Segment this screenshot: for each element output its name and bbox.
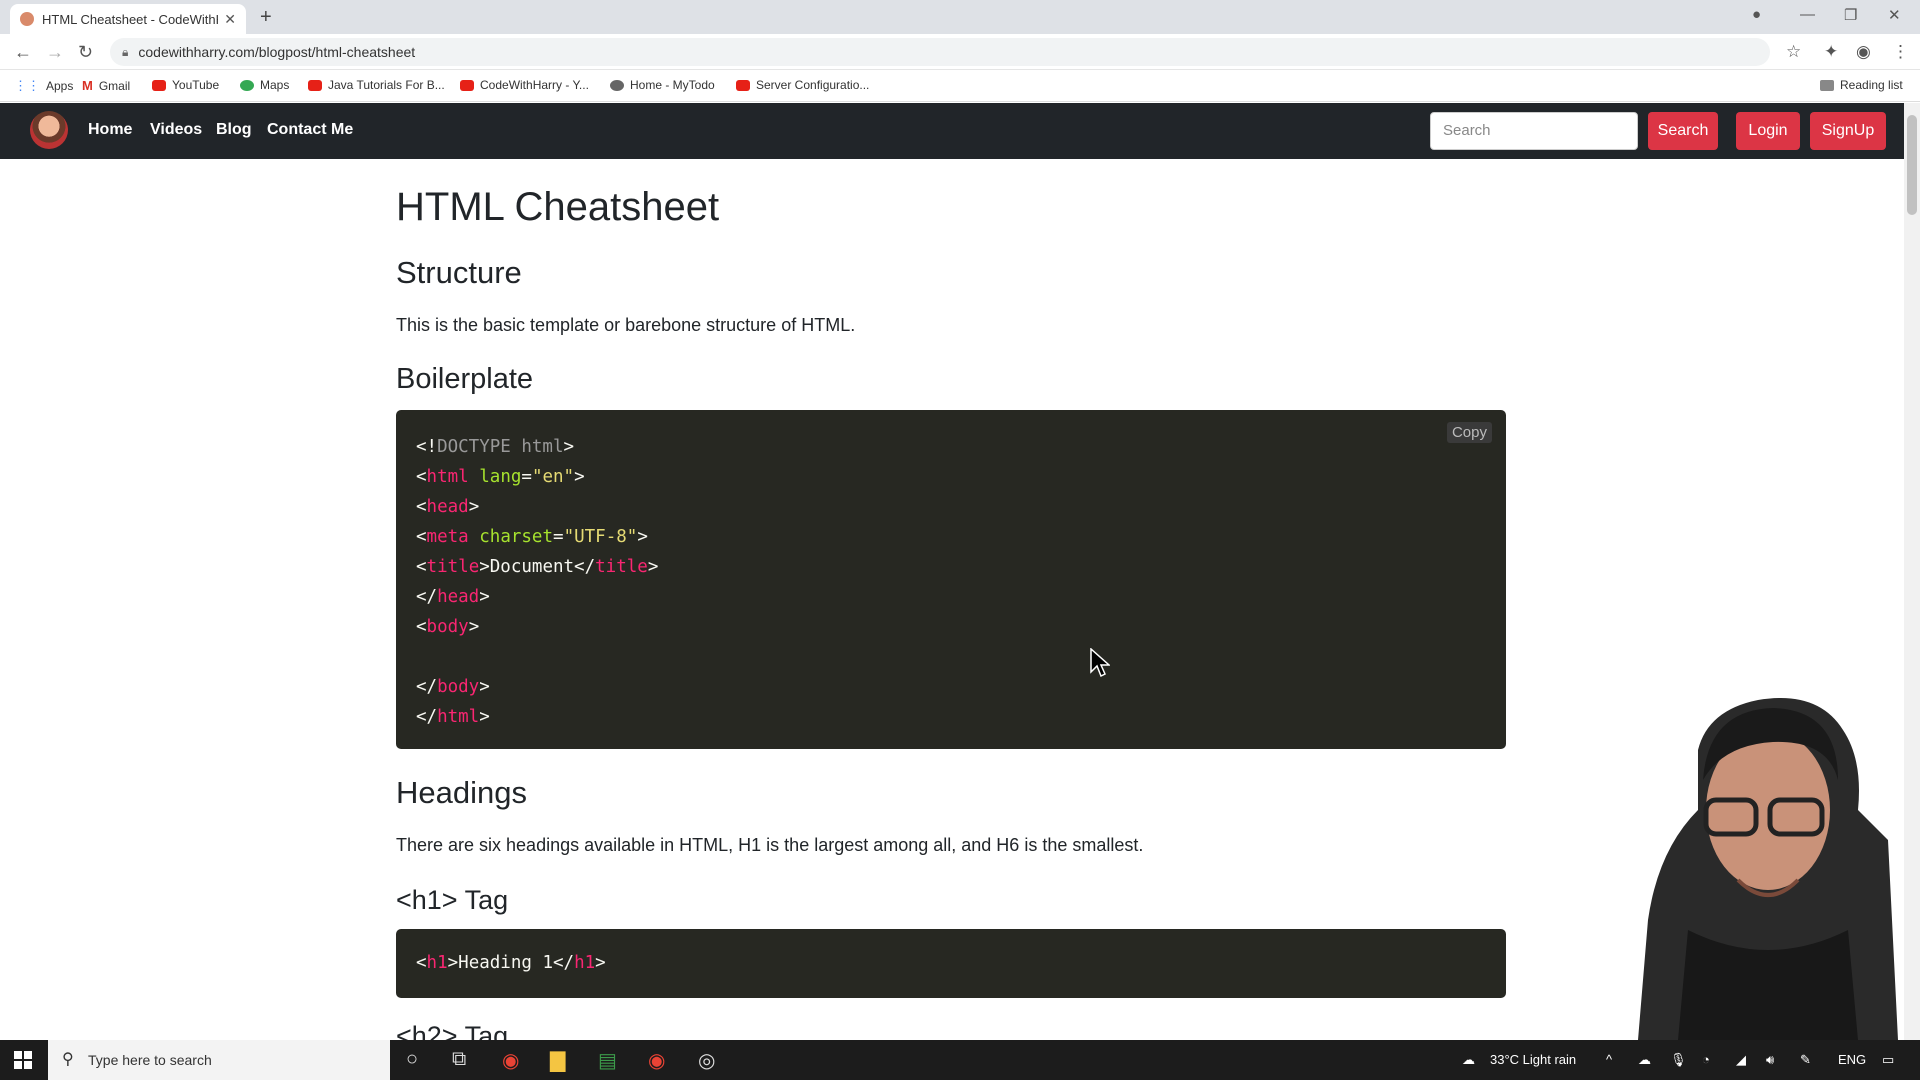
boilerplate-heading: Boilerplate — [396, 363, 534, 395]
forward-icon[interactable]: → — [46, 42, 64, 63]
bookmark-maps[interactable]: Maps — [240, 78, 289, 92]
minimize-icon[interactable]: — — [1800, 6, 1815, 23]
code-line: <meta charset="UTF-8"> — [416, 527, 648, 547]
scrollbar-thumb[interactable] — [1907, 115, 1917, 215]
signup-button[interactable]: SignUp — [1810, 112, 1886, 150]
language-indicator[interactable]: ENG — [1838, 1052, 1866, 1067]
login-button[interactable]: Login — [1736, 112, 1800, 150]
tab-title: HTML Cheatsheet - CodeWithHa — [42, 11, 219, 27]
bookmark-codewithharry[interactable]: CodeWithHarry - Y... — [460, 78, 589, 92]
code-line: </html> — [416, 707, 490, 727]
weather-icon[interactable]: ☁ — [1462, 1052, 1475, 1068]
new-tab-icon[interactable]: + — [260, 6, 272, 29]
code-line: <!DOCTYPE html> — [416, 437, 575, 457]
code-line: <h1>Heading 1</h1> — [416, 953, 606, 973]
reading-list[interactable]: Reading list — [1820, 78, 1903, 92]
youtube-icon — [736, 79, 750, 91]
code-line: <html lang="en"> — [416, 467, 585, 487]
code-line: </head> — [416, 587, 490, 607]
copy-button[interactable]: Copy — [1446, 422, 1492, 443]
bookmarks-bar: ⋮⋮ Apps M Gmail YouTube Maps Java Tutorial… — [0, 70, 1920, 102]
windows-taskbar: ⚲ Type here to search ○ ⧉ ◉ ▇ ▤ ◉ ◎ ☁ 33… — [0, 1040, 1920, 1080]
tray-chevron-icon[interactable]: ^ — [1606, 1052, 1612, 1067]
code-line: <body> — [416, 617, 480, 637]
headings-heading: Headings — [396, 775, 527, 810]
pen-icon[interactable]: ✎ — [1800, 1052, 1811, 1068]
site-favicon-icon — [20, 12, 34, 26]
task-view-icon[interactable]: ⧉ — [452, 1048, 466, 1071]
microphone-icon[interactable]: 🎙︎ — [1670, 1052, 1687, 1068]
reload-icon[interactable]: ↻ — [78, 42, 93, 63]
sheets-icon[interactable]: ▤ — [598, 1048, 617, 1073]
bookmark-youtube[interactable]: YouTube — [152, 78, 219, 92]
browser-tab[interactable]: HTML Cheatsheet - CodeWithHa ✕ — [10, 4, 246, 34]
nav-videos[interactable]: Videos — [150, 121, 202, 139]
url-text: codewithharry.com/blogpost/html-cheatshe… — [138, 44, 416, 60]
weather-text[interactable]: 33°C Light rain — [1490, 1052, 1576, 1067]
notification-icon[interactable]: ▭ — [1882, 1052, 1894, 1068]
bookmark-java-tutorials[interactable]: Java Tutorials For B... — [308, 78, 445, 92]
bookmark-apps[interactable]: ⋮⋮ Apps — [14, 78, 73, 94]
nav-contact[interactable]: Contact Me — [267, 121, 353, 139]
close-window-icon[interactable]: ✕ — [1888, 6, 1901, 24]
apps-grid-icon: ⋮⋮ — [14, 78, 40, 93]
menu-dots-icon[interactable]: ⋮ — [1892, 42, 1909, 62]
back-icon[interactable]: ← — [14, 42, 32, 63]
webcam-overlay — [1638, 698, 1898, 1040]
search-icon: ⚲ — [62, 1051, 74, 1068]
code-line: <title>Document</title> — [416, 557, 659, 577]
mouse-cursor-icon — [1090, 648, 1110, 678]
bookmark-gmail[interactable]: M Gmail — [82, 78, 130, 93]
search-input[interactable]: Search — [1430, 112, 1638, 150]
extensions-icon[interactable]: ✦ — [1824, 42, 1838, 62]
boilerplate-code-block[interactable]: Copy <!DOCTYPE html> <html lang="en"> <h… — [396, 410, 1506, 749]
bookmark-star-icon[interactable]: ☆ — [1786, 42, 1801, 62]
onedrive-icon[interactable]: ☁ — [1638, 1052, 1651, 1068]
youtube-icon — [308, 79, 322, 91]
code-line: </body> — [416, 677, 490, 697]
close-tab-icon[interactable]: ✕ — [224, 11, 236, 28]
youtube-icon — [460, 79, 474, 91]
h1-code-block[interactable]: <h1>Heading 1</h1> — [396, 929, 1506, 998]
chrome-profile-icon[interactable]: ◉ — [648, 1048, 665, 1073]
nav-home[interactable]: Home — [88, 121, 132, 139]
chrome-icon[interactable]: ◉ — [502, 1048, 519, 1073]
maps-icon — [240, 79, 254, 91]
lock-icon: 🔒︎ — [122, 44, 129, 59]
cortana-icon[interactable]: ○ — [406, 1048, 418, 1071]
nav-blog[interactable]: Blog — [216, 121, 252, 139]
reading-list-icon — [1820, 79, 1834, 91]
globe-icon — [610, 79, 624, 91]
code-line: <head> — [416, 497, 480, 517]
antivirus-icon[interactable]: ◔ — [1702, 1052, 1710, 1067]
site-navbar: Home Videos Blog Contact Me Search Searc… — [0, 103, 1904, 159]
browser-toolbar: ← → ↻ 🔒︎ codewithharry.com/blogpost/html… — [0, 34, 1920, 70]
windows-start-icon[interactable] — [14, 1051, 32, 1069]
file-explorer-icon[interactable]: ▇ — [550, 1048, 565, 1073]
h1-tag-heading: <h1> Tag — [396, 885, 509, 915]
structure-text: This is the basic template or barebone s… — [396, 315, 856, 335]
browser-tab-bar: HTML Cheatsheet - CodeWithHa ✕ + ● — ❐ ✕ — [0, 0, 1920, 34]
headings-text: There are six headings available in HTML… — [396, 835, 1144, 855]
youtube-icon — [152, 79, 166, 91]
address-bar[interactable]: 🔒︎ codewithharry.com/blogpost/html-cheat… — [110, 38, 1770, 66]
volume-icon[interactable]: 🔊︎ — [1766, 1052, 1774, 1068]
bookmark-server-config[interactable]: Server Configuratio... — [736, 78, 869, 92]
structure-heading: Structure — [396, 255, 522, 290]
bookmark-home-mytodo[interactable]: Home - MyTodo — [610, 78, 715, 92]
taskbar-search-input[interactable]: ⚲ Type here to search — [48, 1040, 390, 1080]
profile-circle-icon[interactable]: ● — [1752, 6, 1761, 23]
obs-icon[interactable]: ◎ — [698, 1048, 715, 1073]
gmail-icon: M — [82, 78, 93, 93]
profile-avatar-icon[interactable]: ◉ — [1856, 42, 1871, 62]
network-icon[interactable]: ◢ — [1736, 1052, 1746, 1068]
restore-icon[interactable]: ❐ — [1844, 6, 1857, 24]
site-logo-avatar[interactable] — [30, 111, 68, 149]
page-title: HTML Cheatsheet — [396, 185, 720, 229]
search-button[interactable]: Search — [1648, 112, 1718, 150]
